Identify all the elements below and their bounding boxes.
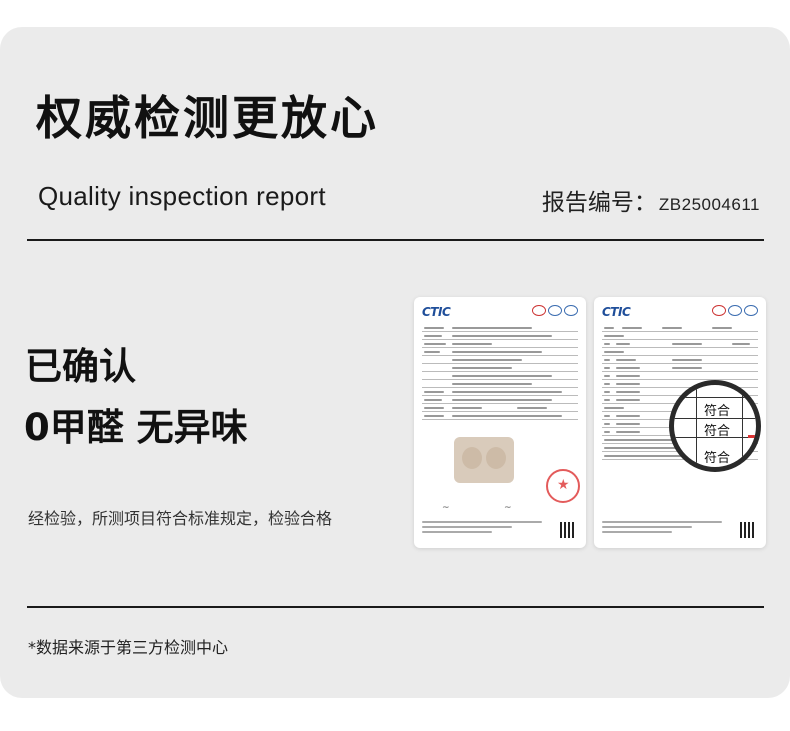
document-table xyxy=(422,324,578,420)
magnified-table: 符合 符合 符合 xyxy=(674,385,756,467)
document-footer xyxy=(422,521,542,536)
qr-code-icon xyxy=(560,522,576,538)
document-header: CTIC xyxy=(602,305,758,321)
red-marker xyxy=(748,435,756,438)
inspection-description: 经检验，所测项目符合标准规定，检验合格 xyxy=(28,509,333,528)
divider-top xyxy=(27,239,764,241)
certification-marks xyxy=(712,305,758,316)
signature-1: ~ xyxy=(442,503,450,513)
document-header: CTIC xyxy=(422,305,578,321)
document-footer xyxy=(602,521,722,536)
report-number-label: 报告编号： xyxy=(541,190,657,216)
report-number: 报告编号： ZB25004611 xyxy=(542,183,760,217)
ctic-logo: CTIC xyxy=(602,305,631,319)
report-number-value: ZB25004611 xyxy=(658,195,760,214)
test-report-document-1: CTIC ~ ~ xyxy=(414,297,586,548)
signature-2: ~ xyxy=(504,503,512,513)
ctic-logo: CTIC xyxy=(422,305,451,319)
product-photo xyxy=(454,437,514,483)
red-stamp-icon xyxy=(546,469,580,503)
qr-code-icon xyxy=(740,522,756,538)
cma-mark-icon xyxy=(532,305,546,316)
page-subtitle: Quality inspection report xyxy=(38,181,326,211)
cnas-mark-icon xyxy=(564,305,578,316)
claim-confirmed: 已确认 xyxy=(25,345,136,388)
cma-mark-icon xyxy=(712,305,726,316)
cnas-mark-icon xyxy=(744,305,758,316)
certification-marks xyxy=(532,305,578,316)
magnifier-lens: 符合 符合 符合 xyxy=(669,380,761,472)
divider-bottom xyxy=(27,606,764,608)
data-source-note: *数据来源于第三方检测中心 xyxy=(28,638,229,657)
claim-formaldehyde: 0甲醛 无异味 xyxy=(24,406,248,449)
result-pass-2: 符合 xyxy=(704,424,731,439)
ilac-mark-icon xyxy=(548,305,562,316)
result-pass-3: 符合 xyxy=(704,451,731,466)
result-pass-1: 符合 xyxy=(704,404,731,419)
page-title: 权威检测更放心 xyxy=(36,91,379,145)
ilac-mark-icon xyxy=(728,305,742,316)
